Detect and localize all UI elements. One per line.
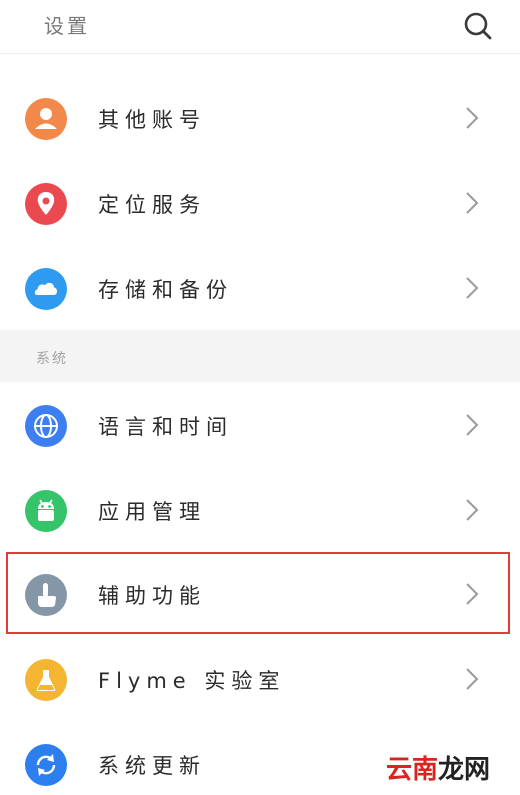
- chevron-right-icon: [462, 580, 482, 608]
- section-title: 系统: [36, 351, 68, 367]
- chevron-right-icon: [462, 411, 482, 439]
- search-button[interactable]: [458, 6, 498, 46]
- chevron-right-icon: [462, 665, 482, 693]
- settings-item-accessibility[interactable]: 辅助功能: [0, 552, 520, 636]
- hand-pointer-icon: [25, 574, 67, 616]
- flask-icon: [25, 659, 67, 701]
- location-pin-icon: [25, 183, 67, 225]
- settings-item-label: 语言和时间: [98, 415, 233, 439]
- chevron-right-icon: [462, 274, 482, 302]
- settings-item-language-time[interactable]: 语言和时间: [0, 383, 520, 467]
- page-title: 设置: [44, 14, 90, 38]
- chevron-right-icon: [462, 104, 482, 132]
- chevron-right-icon: [462, 189, 482, 217]
- app-header: 设置: [0, 0, 520, 54]
- watermark-logo: 云南龙网: [386, 749, 490, 786]
- settings-item-label: 其他账号: [98, 108, 206, 132]
- settings-item-app-management[interactable]: 应用管理: [0, 468, 520, 552]
- settings-item-location-services[interactable]: 定位服务: [0, 161, 520, 245]
- android-icon: [25, 490, 67, 532]
- watermark-text-part1: 云南: [386, 755, 439, 785]
- settings-item-label: 定位服务: [98, 193, 206, 217]
- search-icon: [464, 12, 492, 40]
- cloud-icon: [25, 268, 67, 310]
- settings-item-storage-backup[interactable]: 存储和备份: [0, 246, 520, 330]
- settings-item-label: 应用管理: [98, 500, 206, 524]
- settings-item-label: Flyme 实验室: [98, 669, 286, 693]
- settings-item-label: 存储和备份: [98, 278, 233, 302]
- section-header-system: 系统: [0, 330, 520, 382]
- person-icon: [25, 98, 67, 140]
- settings-item-label: 辅助功能: [98, 584, 206, 608]
- settings-item-other-accounts[interactable]: 其他账号: [0, 76, 520, 160]
- settings-item-flyme-lab[interactable]: Flyme 实验室: [0, 637, 520, 721]
- watermark-text-part2: 龙网: [438, 755, 491, 785]
- chevron-right-icon: [462, 496, 482, 524]
- settings-item-label: 系统更新: [98, 754, 206, 778]
- globe-icon: [25, 405, 67, 447]
- refresh-icon: [25, 744, 67, 786]
